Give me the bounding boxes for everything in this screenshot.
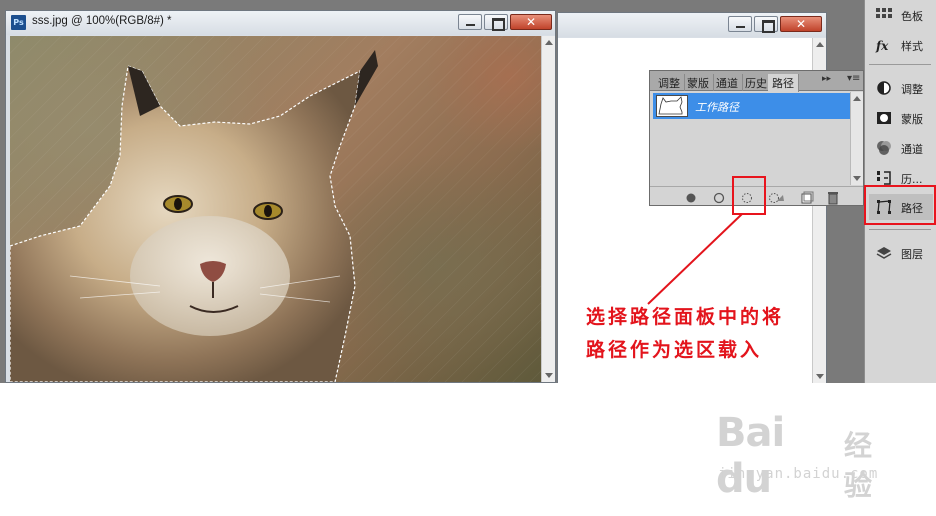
annotation-line-1: 选择路径面板中的将 xyxy=(586,306,785,328)
watermark-cn: 经验 xyxy=(844,429,873,502)
annotation-line-2: 路径作为选区载入 xyxy=(586,339,763,361)
photoshop-workspace: Ps sss.jpg @ 100%(RGB/8#) * ✕ ✕ 调整 蒙版 通道… xyxy=(0,0,936,383)
annotation-arrow xyxy=(647,213,743,305)
watermark-url: jingyan.baidu.com xyxy=(718,466,879,482)
watermark-brand: Bai du xyxy=(716,410,785,502)
